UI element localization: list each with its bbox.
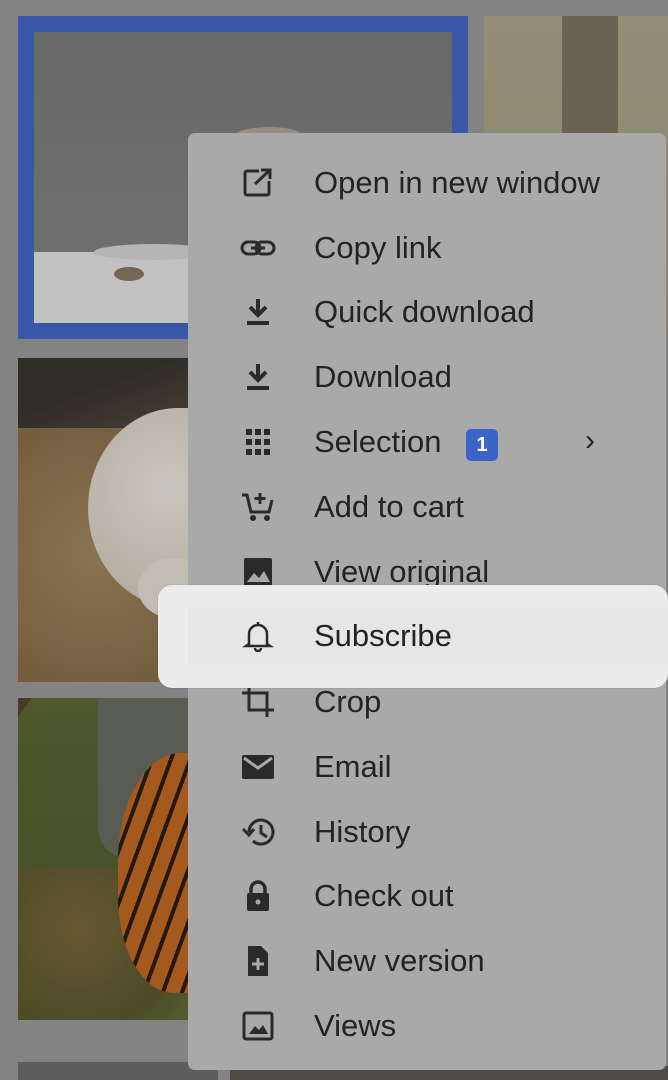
open-external-icon [240,167,276,199]
mail-icon [240,751,276,783]
menu-item-label: Quick download [314,294,535,329]
menu-item-download[interactable]: Download [188,345,666,409]
menu-item-label: New version [314,943,485,978]
bell-icon [240,620,276,652]
menu-item-views[interactable]: Views [188,994,666,1058]
menu-item-label: History [314,814,411,849]
menu-item-label: Crop [314,684,382,719]
file-add-icon [240,945,276,977]
menu-item-label: Copy link [314,230,442,265]
menu-item-new-version[interactable]: New version [188,929,666,993]
menu-item-label: Email [314,749,392,784]
download-icon [240,361,276,393]
menu-item-add-to-cart[interactable]: Add to cart [188,475,666,539]
crop-icon [240,686,276,718]
menu-item-label: Check out [314,878,454,913]
menu-item-label: Subscribe [314,618,452,653]
lock-icon [240,880,276,912]
menu-item-open-new-window[interactable]: Open in new window [188,151,666,215]
menu-item-label: Download [314,359,452,394]
menu-item-label: Views [314,1008,397,1043]
menu-item-check-out[interactable]: Check out [188,864,666,928]
menu-item-history[interactable]: History [188,800,666,864]
selection-count-badge: 1 [466,429,498,461]
photo-detail [18,698,81,726]
menu-item-label: Selection [314,424,442,459]
menu-item-email[interactable]: Email [188,735,666,799]
menu-item-label: Add to cart [314,489,464,524]
image-frame-icon [240,1010,276,1042]
chevron-right-icon: › [585,424,595,457]
menu-item-label: Open in new window [314,165,601,200]
image-icon [240,556,276,588]
photo-detail [114,267,144,281]
menu-item-subscribe[interactable]: Subscribe [158,585,668,688]
history-icon [240,816,276,848]
grid-icon [240,426,276,458]
menu-item-copy-link[interactable]: Copy link [188,216,666,280]
menu-item-selection[interactable]: Selection 1 › [188,410,666,474]
cart-add-icon [240,491,276,523]
link-icon [240,232,276,264]
download-icon [240,296,276,328]
menu-item-quick-download[interactable]: Quick download [188,280,666,344]
